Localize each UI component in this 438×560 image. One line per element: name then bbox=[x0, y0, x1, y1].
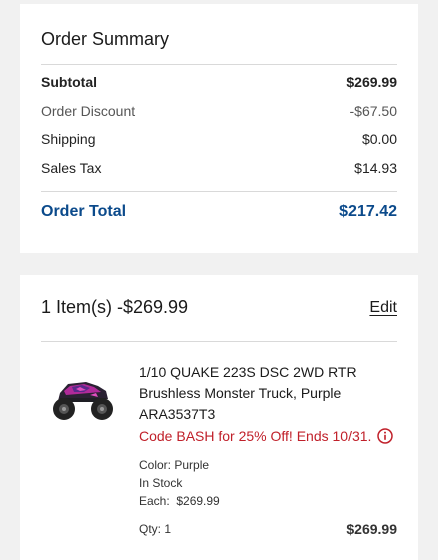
order-discount-row: Order Discount -$67.50 bbox=[41, 101, 397, 121]
sales-tax-value: $14.93 bbox=[354, 160, 397, 176]
subtotal-label: Subtotal bbox=[41, 74, 97, 90]
cart-items-card: 1 Item(s) -$269.99 Edit 1/10 QUAKE 223S … bbox=[20, 275, 418, 560]
sales-tax-label: Sales Tax bbox=[41, 160, 102, 176]
monster-truck-image[interactable] bbox=[46, 371, 118, 427]
shipping-row: Shipping $0.00 bbox=[41, 129, 397, 149]
promo-message: Code BASH for 25% Off! Ends 10/31. bbox=[139, 428, 400, 444]
product-sku: ARA3537T3 bbox=[139, 406, 216, 422]
product-color: Color: Purple bbox=[139, 458, 210, 472]
quantity-row: Qty: 1 $269.99 bbox=[139, 521, 397, 537]
line-item-price: $269.99 bbox=[346, 521, 397, 537]
shipping-value: $0.00 bbox=[361, 131, 397, 147]
item-count-label: 1 Item(s) -$269.99 bbox=[41, 297, 189, 317]
order-summary-card: Order Summary Subtotal $269.99 Order Dis… bbox=[20, 4, 418, 253]
monster-truck-icon bbox=[53, 382, 113, 420]
promo-text: Code BASH for 25% Off! Ends 10/31. bbox=[139, 428, 372, 444]
items-divider bbox=[41, 341, 397, 342]
stock-status: In Stock bbox=[139, 476, 183, 490]
order-discount-value: -$67.50 bbox=[349, 103, 397, 119]
info-circle-icon[interactable] bbox=[377, 428, 394, 444]
product-info: 1/10 QUAKE 223S DSC 2WD RTR Brushless Mo… bbox=[139, 362, 400, 510]
summary-divider-bottom bbox=[41, 191, 397, 192]
order-total-row: Order Total $217.42 bbox=[41, 202, 397, 222]
order-total-label: Order Total bbox=[41, 203, 127, 220]
product-meta: Color: Purple In Stock Each: $269.99 bbox=[139, 456, 400, 510]
shipping-label: Shipping bbox=[41, 131, 96, 147]
quantity-label: Qty: 1 bbox=[139, 522, 172, 536]
summary-divider-top bbox=[41, 64, 397, 65]
cart-items-header: 1 Item(s) -$269.99 Edit bbox=[41, 297, 397, 318]
product-name-line-2: Brushless Monster Truck, Purple bbox=[139, 385, 342, 401]
sales-tax-row: Sales Tax $14.93 bbox=[41, 158, 397, 178]
subtotal-row: Subtotal $269.99 bbox=[41, 72, 397, 92]
product-name-line-1: 1/10 QUAKE 223S DSC 2WD RTR bbox=[139, 364, 357, 380]
each-price: Each: $269.99 bbox=[139, 494, 220, 508]
product-name[interactable]: 1/10 QUAKE 223S DSC 2WD RTR Brushless Mo… bbox=[139, 362, 400, 425]
order-total-value: $217.42 bbox=[339, 203, 397, 220]
subtotal-value: $269.99 bbox=[346, 74, 397, 90]
order-summary-title: Order Summary bbox=[41, 29, 170, 49]
order-discount-label: Order Discount bbox=[41, 103, 136, 119]
edit-cart-link[interactable]: Edit bbox=[369, 299, 397, 317]
